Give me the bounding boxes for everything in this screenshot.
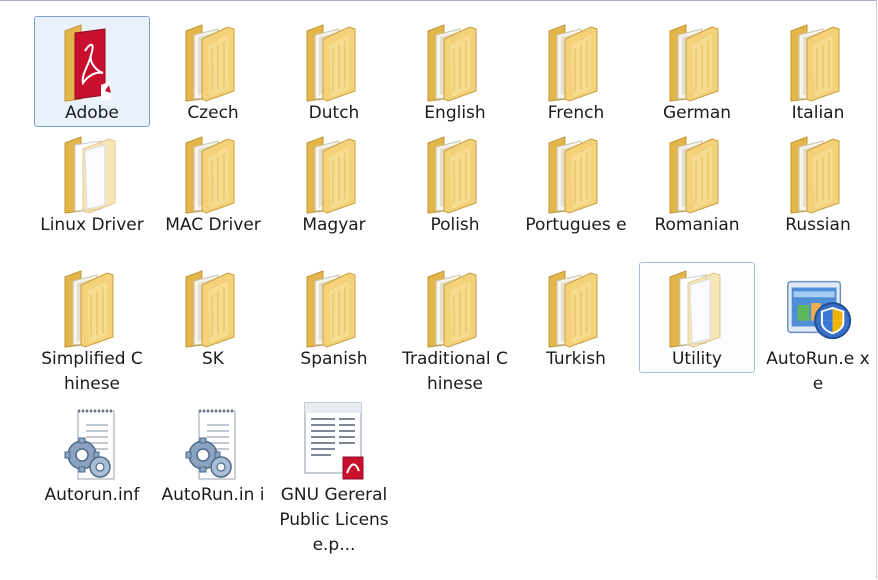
file-label: Linux Driver [40, 215, 144, 235]
file-item[interactable]: Russian [760, 128, 876, 239]
file-label: Polish [430, 215, 480, 235]
file-label: French [547, 103, 605, 123]
file-label: German [662, 103, 732, 123]
file-item[interactable]: AutoRun.in i [155, 398, 271, 509]
file-item[interactable]: Spanish [276, 262, 392, 373]
file-item[interactable]: Traditional Chinese [397, 262, 513, 398]
file-item[interactable]: Romanian [639, 128, 755, 239]
folder-icon [538, 129, 614, 215]
file-item[interactable]: French [518, 16, 634, 127]
file-label: AutoRun.e xe [766, 349, 870, 394]
file-label: SK [202, 349, 224, 369]
folder-icon [175, 129, 251, 215]
file-label: Utility [671, 349, 722, 369]
file-item[interactable]: German [639, 16, 755, 127]
file-label: Czech [187, 103, 239, 123]
settings-file-icon [175, 399, 251, 485]
file-item[interactable]: Portugues e [518, 128, 634, 239]
folder-icon [780, 129, 856, 215]
folder-icon [659, 17, 735, 103]
folder-icon [296, 129, 372, 215]
file-label: AutoRun.in i [161, 485, 265, 505]
file-label: GNU Gereral Public License.p... [279, 485, 389, 555]
file-label: Magyar [302, 215, 366, 235]
file-label: Simplified Chinese [41, 349, 143, 394]
folder-icon [659, 263, 735, 349]
file-item[interactable]: Italian [760, 16, 876, 127]
file-label: Italian [791, 103, 845, 123]
file-item[interactable]: Turkish [518, 262, 634, 373]
folder-icon [538, 263, 614, 349]
file-label: Adobe [65, 103, 119, 123]
file-item[interactable]: SK [155, 262, 271, 373]
folder-icon [417, 263, 493, 349]
settings-file-icon [54, 399, 130, 485]
file-label: Portugues e [525, 215, 627, 235]
file-item[interactable]: Linux Driver [34, 128, 150, 239]
file-item[interactable]: Polish [397, 128, 513, 239]
file-label: Russian [785, 215, 851, 235]
folder-icon [417, 17, 493, 103]
file-item[interactable]: English [397, 16, 513, 127]
file-item[interactable]: Autorun.inf [34, 398, 150, 509]
folder-icon [538, 17, 614, 103]
file-item[interactable]: GNU Gereral Public License.p... [276, 398, 392, 559]
file-label: Autorun.inf [44, 485, 140, 505]
file-item[interactable]: Simplified Chinese [34, 262, 150, 398]
folder-icon [780, 17, 856, 103]
file-label: Spanish [300, 349, 368, 369]
folder-icon [417, 129, 493, 215]
file-label: Traditional Chinese [402, 349, 508, 394]
folder-icon [175, 263, 251, 349]
file-label: Dutch [308, 103, 360, 123]
file-item[interactable]: Dutch [276, 16, 392, 127]
installer-icon [780, 263, 856, 349]
file-item[interactable]: Magyar [276, 128, 392, 239]
folder-icon [54, 129, 130, 215]
pdf-folder-icon [54, 17, 130, 103]
file-item[interactable]: Adobe [34, 16, 150, 127]
file-label: MAC Driver [165, 215, 261, 235]
file-label: Turkish [546, 349, 606, 369]
file-item[interactable]: Czech [155, 16, 271, 127]
folder-icon [175, 17, 251, 103]
file-label: English [424, 103, 486, 123]
file-item[interactable]: Utility [639, 262, 755, 373]
folder-icon [659, 129, 735, 215]
folder-icon [54, 263, 130, 349]
pdf-document-icon [296, 399, 372, 485]
folder-icon [296, 17, 372, 103]
file-item[interactable]: MAC Driver [155, 128, 271, 239]
file-item[interactable]: AutoRun.e xe [760, 262, 876, 398]
folder-icon [296, 263, 372, 349]
file-label: Romanian [654, 215, 740, 235]
